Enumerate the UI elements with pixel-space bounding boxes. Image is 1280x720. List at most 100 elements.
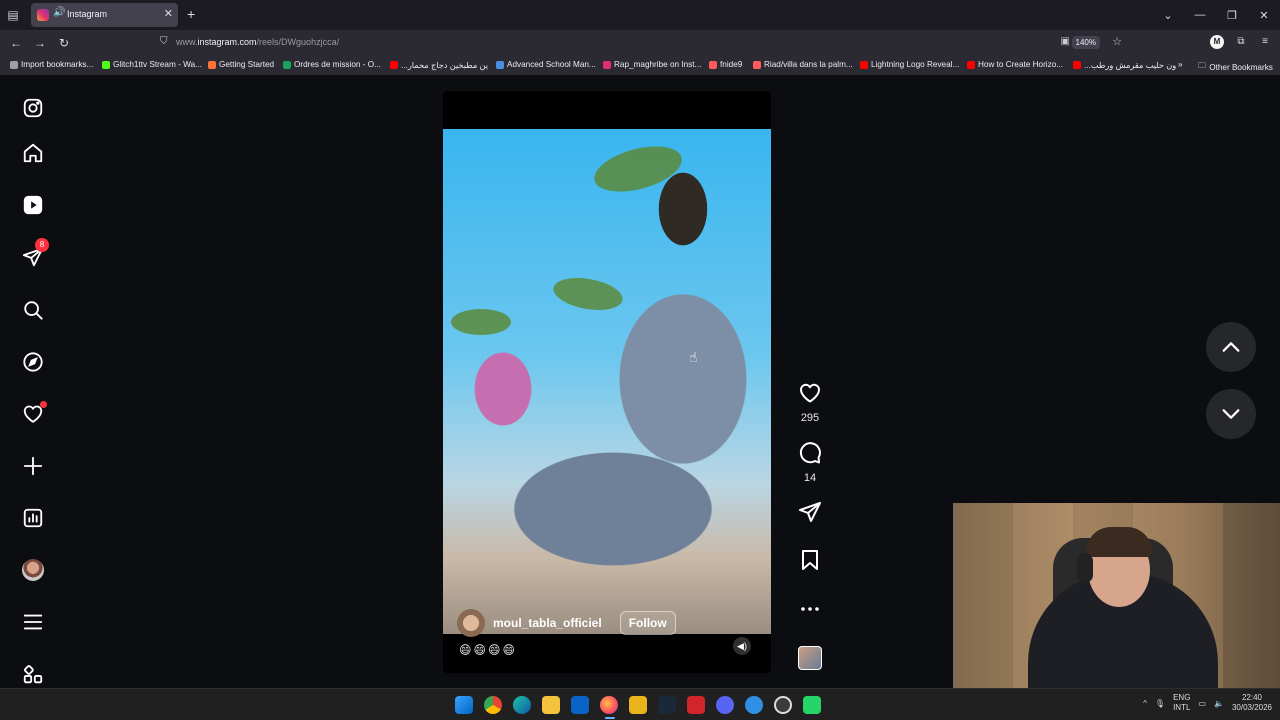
firefox-icon[interactable] xyxy=(600,696,618,714)
volume-tray-icon[interactable]: 🔈 xyxy=(1214,699,1224,708)
profile-avatar[interactable] xyxy=(20,557,46,583)
bookmark-item[interactable]: Rap_maghribe on Inst... xyxy=(603,60,701,69)
more-options-action[interactable] xyxy=(796,597,824,626)
bookmark-item[interactable]: Advanced School Man... xyxy=(496,60,596,69)
bookmark-item[interactable]: fnide9 xyxy=(709,60,742,69)
bookmark-favicon-icon xyxy=(603,60,611,69)
bookmark-item[interactable]: Riad/villa dans la palm... xyxy=(753,60,853,69)
browser-nav-bar: ← → ↻ ⛉ www.instagram.com/reels/DWguohzj… xyxy=(0,30,1280,56)
bookmark-favicon-icon xyxy=(1073,61,1081,69)
more-menu-icon[interactable] xyxy=(20,609,46,635)
bookmark-save-icon[interactable] xyxy=(798,548,822,572)
bookmark-favicon-icon xyxy=(496,60,504,69)
zoom-level-badge[interactable]: 140% xyxy=(1071,36,1100,49)
bookmark-favicon-icon xyxy=(709,60,717,69)
bookmark-item[interactable]: Lightning Logo Reveal... xyxy=(860,60,959,69)
direct-messages-icon[interactable]: 8 xyxy=(20,238,49,270)
share-paper-plane-icon[interactable] xyxy=(798,500,822,524)
explore-icon[interactable] xyxy=(20,349,46,375)
whatsapp-icon[interactable] xyxy=(803,696,821,714)
show-hidden-icons-icon[interactable]: ^ xyxy=(1143,699,1147,708)
reader-view-icon[interactable]: ▣ xyxy=(1061,36,1070,47)
next-reel-button[interactable] xyxy=(1206,389,1256,439)
also-from-meta-icon[interactable] xyxy=(20,662,46,688)
steam-icon[interactable] xyxy=(658,696,676,714)
palm-tree-shape xyxy=(451,309,511,335)
bookmarks-toolbar: Import bookmarks... Glitch1ttv Stream - … xyxy=(0,56,1280,76)
bookmark-item[interactable]: Import bookmarks... xyxy=(10,60,93,69)
home-icon[interactable] xyxy=(20,140,46,166)
reel-video[interactable] xyxy=(443,129,771,634)
app-menu-icon[interactable]: ≡ xyxy=(1258,35,1272,49)
bookmark-item[interactable]: ...ون حليب مقرمش ورطب xyxy=(1073,60,1176,70)
share-action[interactable] xyxy=(796,500,824,529)
insights-chart-icon[interactable] xyxy=(20,505,46,531)
tab-close-icon[interactable]: ✕ xyxy=(164,7,173,20)
more-dots-icon[interactable] xyxy=(798,597,822,621)
edge-icon[interactable] xyxy=(513,696,531,714)
tab-list-icon[interactable]: ▤ xyxy=(4,6,22,24)
bookmark-star-icon[interactable]: ☆ xyxy=(1112,35,1122,48)
bookmark-favicon-icon xyxy=(860,60,868,69)
previous-reel-button[interactable] xyxy=(1206,322,1256,372)
comment-bubble-icon[interactable] xyxy=(798,441,822,465)
speaker-icon[interactable]: 🔊 xyxy=(53,7,65,18)
volume-icon[interactable]: ◀) xyxy=(733,637,751,655)
url-text[interactable]: www.instagram.com/reels/DWguohzjcca/ xyxy=(176,37,339,47)
language-indicator[interactable]: ENG INTL xyxy=(1173,693,1190,713)
maximize-button[interactable]: ❐ xyxy=(1216,9,1248,22)
reels-icon[interactable] xyxy=(20,192,46,218)
follow-button[interactable]: Follow xyxy=(619,611,676,635)
back-arrow-icon[interactable]: ← xyxy=(8,35,24,51)
bookmarks-overflow-icon[interactable]: » xyxy=(1178,60,1183,69)
chevron-up-icon xyxy=(1222,342,1240,352)
notifications-heart-icon[interactable] xyxy=(20,401,47,427)
notes-app-icon[interactable] xyxy=(629,696,647,714)
new-tab-button[interactable]: + xyxy=(187,6,195,22)
bookmark-item[interactable]: Ordres de mission - O... xyxy=(283,60,381,69)
comment-action[interactable]: 14 xyxy=(796,441,824,484)
reload-icon[interactable]: ↻ xyxy=(56,35,72,51)
save-action[interactable] xyxy=(796,548,824,577)
file-explorer-icon[interactable] xyxy=(542,696,560,714)
other-bookmarks-folder[interactable]: 🗀 Other Bookmarks xyxy=(1198,60,1273,74)
forward-arrow-icon[interactable]: → xyxy=(32,35,48,51)
windows-start-icon[interactable] xyxy=(455,696,473,714)
bookmark-favicon-icon xyxy=(967,60,975,69)
reel-username[interactable]: moul_tabla_officiel xyxy=(493,616,602,630)
microphone-icon[interactable]: 🎙 xyxy=(1155,699,1165,708)
audio-thumbnail[interactable] xyxy=(798,646,822,670)
like-heart-icon[interactable] xyxy=(798,381,822,405)
audio-track-action[interactable] xyxy=(796,646,824,670)
bookmark-item[interactable]: How to Create Horizo... xyxy=(967,60,1063,69)
site-info-icon[interactable]: ⛉ xyxy=(160,36,168,47)
avatar[interactable] xyxy=(457,609,485,637)
chrome-icon[interactable] xyxy=(484,696,502,714)
photos-app-icon[interactable] xyxy=(745,696,763,714)
account-avatar-icon[interactable]: M xyxy=(1210,35,1224,49)
active-app-indicator xyxy=(605,717,615,719)
bookmark-item[interactable]: Getting Started xyxy=(208,60,274,69)
list-all-tabs-icon[interactable]: ⌄ xyxy=(1152,9,1184,22)
bookmark-item[interactable]: Glitch1ttv Stream - Wa... xyxy=(102,60,202,69)
extensions-icon[interactable]: ⧉ xyxy=(1234,35,1248,49)
system-clock[interactable]: 22:40 30/03/2026 xyxy=(1232,693,1272,713)
acrobat-icon[interactable] xyxy=(687,696,705,714)
close-window-button[interactable]: ✕ xyxy=(1248,9,1280,22)
search-icon[interactable] xyxy=(20,297,46,323)
network-icon[interactable]: ▭ xyxy=(1198,699,1206,708)
like-action[interactable]: 295 xyxy=(796,381,824,424)
obs-icon[interactable] xyxy=(774,696,792,714)
bookmark-item[interactable]: ...ين مطبخين دجاج محمار xyxy=(390,60,488,70)
create-plus-icon[interactable] xyxy=(20,453,46,479)
bookmark-favicon-icon xyxy=(753,60,761,69)
address-bar[interactable]: ⛉ www.instagram.com/reels/DWguohzjcca/ ▣… xyxy=(152,33,1132,53)
discord-icon[interactable] xyxy=(716,696,734,714)
mouse-cursor-icon: ☝ xyxy=(689,349,698,365)
minimize-button[interactable]: — xyxy=(1184,9,1216,21)
reel-player[interactable]: ☝ moul_tabla_officiel Follow 😄😄😄😄 ◀) xyxy=(443,91,771,673)
outlook-icon[interactable] xyxy=(571,696,589,714)
browser-tab-instagram[interactable]: 🔊 Instagram ✕ xyxy=(31,3,178,27)
comment-count: 14 xyxy=(803,472,817,484)
instagram-logo-icon[interactable] xyxy=(20,95,46,121)
